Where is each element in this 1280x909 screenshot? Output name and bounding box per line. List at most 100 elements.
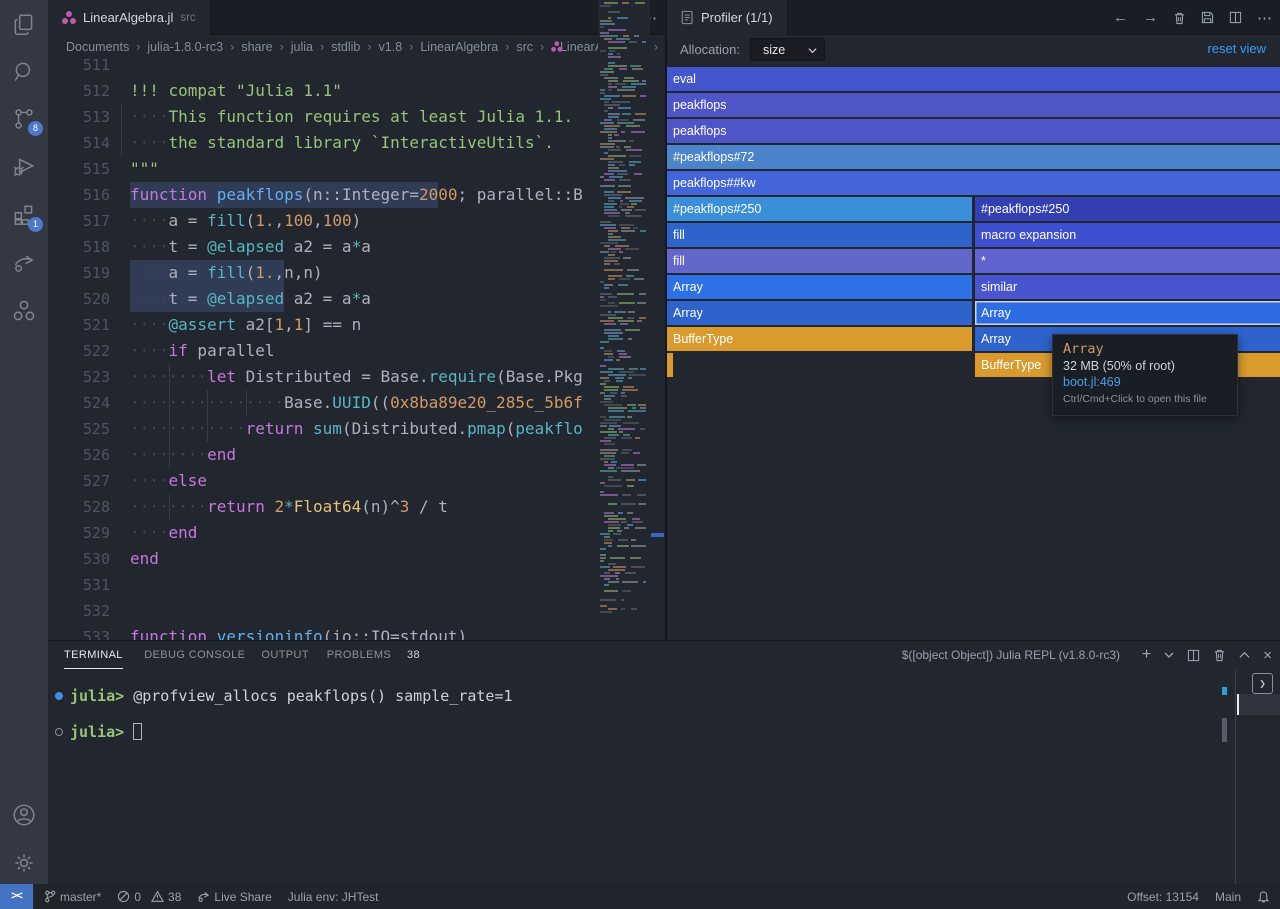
close-panel-icon[interactable]: × — [1263, 647, 1272, 664]
code-line[interactable]: 520····t = @elapsed a2 = a*a — [48, 286, 598, 312]
flame-cell[interactable]: #peakflops#250 — [667, 197, 972, 221]
main-item[interactable]: Main — [1215, 890, 1241, 904]
flame-cell[interactable] — [667, 353, 673, 377]
more-actions-icon[interactable]: ⋯ — [1257, 9, 1272, 27]
code-line[interactable]: 531 — [48, 572, 598, 598]
problems-item[interactable]: 0 38 — [117, 890, 181, 904]
search-icon[interactable] — [11, 59, 37, 85]
nav-back-icon[interactable]: ← — [1113, 9, 1128, 26]
panel-tab-terminal[interactable]: TERMINAL — [64, 641, 123, 669]
code-line[interactable]: 513····This function requires at least J… — [48, 104, 598, 130]
flame-cell[interactable]: peakflops##kw — [667, 171, 1280, 195]
tab-dir-hint: src — [180, 12, 195, 24]
code-line[interactable]: 524················Base.UUID((0x8ba89e20… — [48, 390, 598, 416]
code-line[interactable]: 525············return sum(Distributed.pm… — [48, 416, 598, 442]
code-text: ········let Distributed = Base.require(B… — [130, 364, 583, 390]
source-control-icon[interactable]: 8 — [11, 106, 37, 132]
terminal-list-selected-row[interactable] — [1237, 694, 1280, 715]
code-line[interactable]: 512!!! compat "Julia 1.1" — [48, 78, 598, 104]
code-line[interactable]: 515""" — [48, 156, 598, 182]
line-number: 529 — [48, 520, 110, 546]
offset-item[interactable]: Offset: 13154 — [1127, 890, 1199, 904]
code-area[interactable]: 511512!!! compat "Julia 1.1"513····This … — [48, 52, 598, 640]
line-number: 523 — [48, 364, 110, 390]
account-icon[interactable] — [11, 802, 37, 828]
julia-env-item[interactable]: Julia env: JHTest — [288, 890, 379, 904]
live-share-status-icon — [197, 890, 210, 903]
code-line[interactable]: 517····a = fill(1.,100,100) — [48, 208, 598, 234]
code-line[interactable]: 519····a = fill(1.,n,n) — [48, 260, 598, 286]
nav-forward-icon[interactable]: → — [1143, 9, 1158, 26]
flame-cell[interactable]: Array — [975, 301, 1280, 325]
split-terminal-icon[interactable] — [1187, 649, 1200, 662]
remote-indicator[interactable]: >< — [0, 884, 33, 909]
run-debug-icon[interactable] — [11, 154, 37, 180]
save-icon[interactable] — [1201, 11, 1214, 24]
terminal-list-item-icon[interactable]: ❯ — [1252, 673, 1273, 694]
panel-tab-debug-console[interactable]: DEBUG CONSOLE — [144, 641, 245, 669]
maximize-panel-icon[interactable] — [1239, 650, 1250, 660]
flame-cell[interactable]: similar — [975, 275, 1280, 299]
terminal-dropdown-icon[interactable] — [1164, 650, 1174, 660]
profiler-tab-bar: Profiler (1/1) ← → ⋯ — [667, 0, 1280, 35]
code-line[interactable]: 526········end — [48, 442, 598, 468]
flame-cell[interactable]: Array — [667, 301, 972, 325]
live-share-item[interactable]: Live Share — [197, 890, 271, 904]
code-line[interactable]: 532 — [48, 598, 598, 624]
flame-cell[interactable]: #peakflops#250 — [975, 197, 1280, 221]
code-line[interactable]: 511 — [48, 52, 598, 78]
code-line[interactable]: 529····end — [48, 520, 598, 546]
code-text: end — [130, 546, 159, 572]
notifications-bell-icon[interactable] — [1257, 890, 1270, 904]
flame-cell[interactable]: fill — [667, 223, 972, 247]
kill-terminal-icon[interactable] — [1213, 648, 1226, 662]
flame-cell[interactable]: * — [975, 249, 1280, 273]
new-terminal-icon[interactable]: + — [1142, 646, 1151, 664]
flame-cell[interactable]: eval — [667, 67, 1280, 91]
code-line[interactable]: 533function versioninfo(io::IO=stdout) — [48, 624, 598, 640]
flame-cell[interactable]: peakflops — [667, 93, 1280, 117]
error-icon — [117, 890, 130, 903]
code-line[interactable]: 514····the standard library `Interactive… — [48, 130, 598, 156]
flame-cell[interactable]: fill — [667, 249, 972, 273]
tab-linearalgebra[interactable]: LinearAlgebra.jl src — [48, 0, 211, 35]
code-text: !!! compat "Julia 1.1" — [130, 78, 342, 104]
panel-tab-problems[interactable]: PROBLEMS — [327, 641, 391, 669]
allocation-select[interactable]: size — [750, 38, 825, 61]
flame-cell[interactable]: peakflops — [667, 119, 1280, 143]
terminal-scroll-decoration-blue — [1222, 687, 1227, 695]
code-line[interactable]: 521····@assert a2[1,1] == n — [48, 312, 598, 338]
warning-icon — [151, 890, 164, 903]
editor-scrollbar[interactable] — [650, 0, 665, 640]
settings-gear-icon[interactable] — [11, 850, 37, 876]
command-pending-dot — [55, 728, 63, 736]
flame-cell[interactable]: Array — [667, 275, 972, 299]
explorer-icon[interactable] — [11, 12, 37, 38]
code-line[interactable]: 527····else — [48, 468, 598, 494]
code-line[interactable]: 523 ········let Distributed = Base.requir… — [48, 364, 598, 390]
allocation-label: Allocation: — [680, 42, 740, 57]
julia-icon[interactable] — [11, 298, 37, 324]
flame-cell[interactable]: BufferType — [667, 327, 972, 351]
tab-profiler[interactable]: Profiler (1/1) — [667, 0, 788, 35]
trash-icon[interactable] — [1173, 11, 1186, 25]
terminal-instance-label: $([object Object]) Julia REPL (v1.8.0-rc… — [902, 641, 1120, 669]
live-share-icon[interactable] — [11, 250, 37, 276]
split-editor-icon[interactable] — [1229, 11, 1242, 24]
code-line[interactable]: 530 end — [48, 546, 598, 572]
git-branch-item[interactable]: master* — [44, 890, 101, 904]
code-text: function versioninfo(io::IO=stdout) — [130, 624, 467, 640]
line-number: 530 — [48, 546, 110, 572]
code-line[interactable]: 528········return 2*Float64(n)^3 / t — [48, 494, 598, 520]
minimap[interactable] — [598, 0, 650, 640]
flame-cell[interactable]: #peakflops#72 — [667, 145, 1280, 169]
panel-tab-output[interactable]: OUTPUT — [261, 641, 309, 669]
code-line[interactable]: 518····t = @elapsed a2 = a*a — [48, 234, 598, 260]
reset-view-link[interactable]: reset view — [1207, 41, 1266, 56]
extensions-icon[interactable]: 1 — [11, 202, 37, 228]
flame-cell[interactable]: macro expansion — [975, 223, 1280, 247]
command-success-dot — [55, 692, 63, 700]
code-line[interactable]: 516function peakflops(n::Integer=2000; p… — [48, 182, 598, 208]
tooltip-file-link[interactable]: boot.jl:469 — [1063, 375, 1227, 389]
code-line[interactable]: 522····if parallel — [48, 338, 598, 364]
